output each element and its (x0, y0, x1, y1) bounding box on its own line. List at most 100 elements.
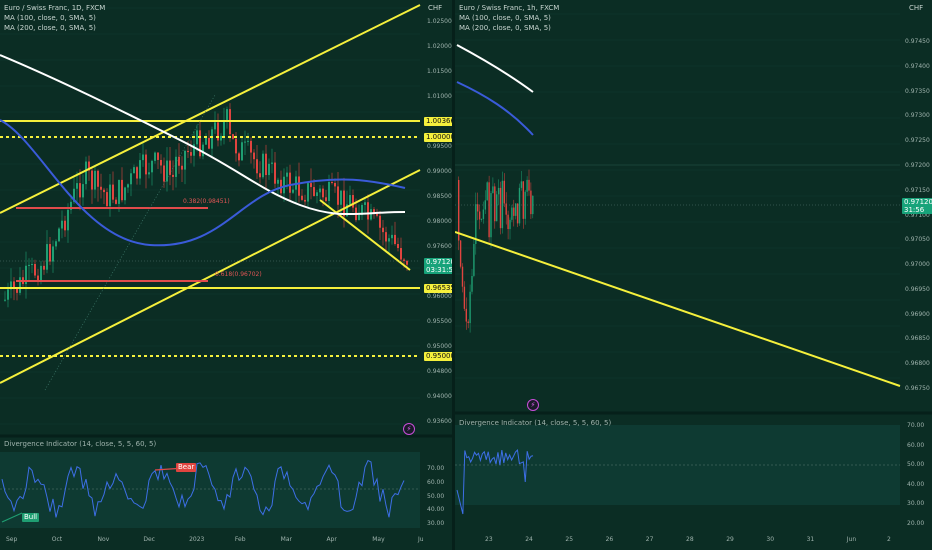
candle-body (403, 259, 405, 261)
candle-body (16, 288, 18, 293)
price-tick: 0.97350 (905, 87, 930, 95)
candle-body (208, 137, 210, 149)
osc-tick: 30.00 (907, 500, 925, 508)
ma200-label[interactable]: MA (200, close, 0, SMA, 5) (459, 23, 559, 33)
ma100-label[interactable]: MA (100, close, 0, SMA, 5) (459, 13, 559, 23)
candle-body (82, 184, 84, 198)
candle-body (319, 188, 321, 193)
candle-body (235, 138, 237, 154)
candle-body (58, 228, 60, 242)
candle-body (34, 264, 36, 276)
price-tick: 0.94800 (427, 368, 452, 375)
candle-body (145, 154, 147, 175)
candle-body (322, 188, 324, 198)
osc-legend[interactable]: Divergence Indicator (14, close, 5, 5, 6… (4, 440, 156, 448)
osc-tick: 40.00 (907, 480, 925, 488)
candle-body (307, 183, 309, 202)
candle-body (103, 189, 105, 193)
price-tick: 0.99000 (427, 168, 452, 175)
candle-body (127, 184, 129, 188)
level-badge-3: 0.96535 (424, 284, 452, 293)
candle-body (172, 174, 174, 177)
candle-body (175, 156, 177, 177)
candle-body (516, 203, 519, 224)
candle-body (490, 193, 492, 238)
candle-body (232, 134, 234, 139)
time-tick: 26 (605, 536, 614, 543)
candle-body (482, 209, 485, 219)
price-tick: 0.96800 (905, 360, 930, 368)
candle-body (331, 182, 333, 184)
lightning-icon[interactable]: ⚡ (527, 399, 539, 411)
osc-tick: 30.00 (427, 520, 445, 527)
candle-body (497, 187, 500, 195)
candle-body (316, 192, 318, 196)
candle-body (85, 161, 87, 185)
price-tick: 0.96000 (427, 293, 452, 300)
candle-body (473, 244, 475, 276)
candle-body (64, 220, 66, 231)
candle-body (364, 202, 366, 205)
candle-body (241, 142, 243, 161)
candle-body (79, 183, 81, 198)
candle-body (459, 240, 462, 267)
candle-body (274, 162, 276, 184)
candle-body (406, 260, 408, 265)
candle-body (238, 153, 240, 161)
candle-body (463, 286, 466, 309)
ma100-label[interactable]: MA (100, close, 0, SMA, 5) (4, 13, 105, 23)
candle-body (157, 152, 159, 160)
symbol-label[interactable]: Euro / Swiss Franc, 1h, FXCM (459, 3, 559, 13)
candle-body (370, 209, 372, 220)
candle-body (477, 204, 479, 212)
time-tick: Mar (280, 536, 292, 543)
daily-legend: Euro / Swiss Franc, 1D, FXCM MA (100, cl… (4, 3, 105, 33)
time-tick: 23 (485, 536, 493, 543)
price-tick: 0.96850 (905, 335, 930, 343)
hourly-chart-canvas[interactable] (455, 0, 932, 550)
candle-body (43, 265, 45, 270)
fib-label-0382: 0.382(0.98451) (183, 198, 230, 205)
price-tick: 0.96750 (905, 385, 930, 392)
symbol-label[interactable]: Euro / Swiss Franc, 1D, FXCM (4, 3, 105, 13)
price-tick: 0.97200 (905, 161, 930, 169)
price-tick: 0.97050 (905, 236, 930, 244)
price-tick: 0.99500 (427, 143, 452, 150)
candle-body (211, 129, 213, 149)
time-tick: May (372, 536, 385, 543)
candle-body (528, 179, 530, 191)
candle-body (40, 265, 42, 282)
bar-countdown: 03:31:56 (426, 266, 452, 274)
price-tick: 0.94000 (427, 393, 452, 400)
candle-body (334, 182, 336, 187)
osc-tick: 50.00 (427, 492, 445, 500)
candle-body (76, 183, 78, 189)
candle-body (496, 194, 498, 222)
osc-tick: 70.00 (427, 465, 445, 472)
price-tick: 1.01500 (427, 68, 452, 75)
candle-body (492, 186, 494, 194)
candle-body (184, 150, 186, 170)
candle-body (391, 234, 393, 239)
osc-tick: 20.00 (907, 520, 925, 527)
candle-body (503, 180, 505, 204)
candle-body (507, 214, 509, 230)
hourly-chart-pane[interactable]: Euro / Swiss Franc, 1h, FXCM MA (100, cl… (455, 0, 932, 550)
candle-body (522, 181, 524, 219)
lightning-icon[interactable]: ⚡ (403, 423, 415, 435)
ma200-label[interactable]: MA (200, close, 0, SMA, 5) (4, 23, 105, 33)
time-tick: Oct (51, 536, 63, 543)
osc-legend[interactable]: Divergence Indicator (14, close, 5, 5, 6… (459, 419, 611, 427)
candle-body (49, 244, 51, 262)
time-tick: Feb (234, 536, 246, 543)
candle-body (313, 187, 315, 196)
hourly-legend: Euro / Swiss Franc, 1h, FXCM MA (100, cl… (459, 3, 559, 33)
time-tick: 31 (806, 536, 815, 543)
candle-body (382, 227, 384, 233)
candle-body (220, 135, 222, 141)
daily-chart-pane[interactable]: Euro / Swiss Franc, 1D, FXCM MA (100, cl… (0, 0, 452, 550)
price-tick: 1.02000 (427, 43, 452, 50)
current-price: 0.97120 (426, 258, 452, 266)
price-tick: 0.98500 (427, 193, 452, 200)
price-tick: 0.95500 (427, 318, 452, 325)
